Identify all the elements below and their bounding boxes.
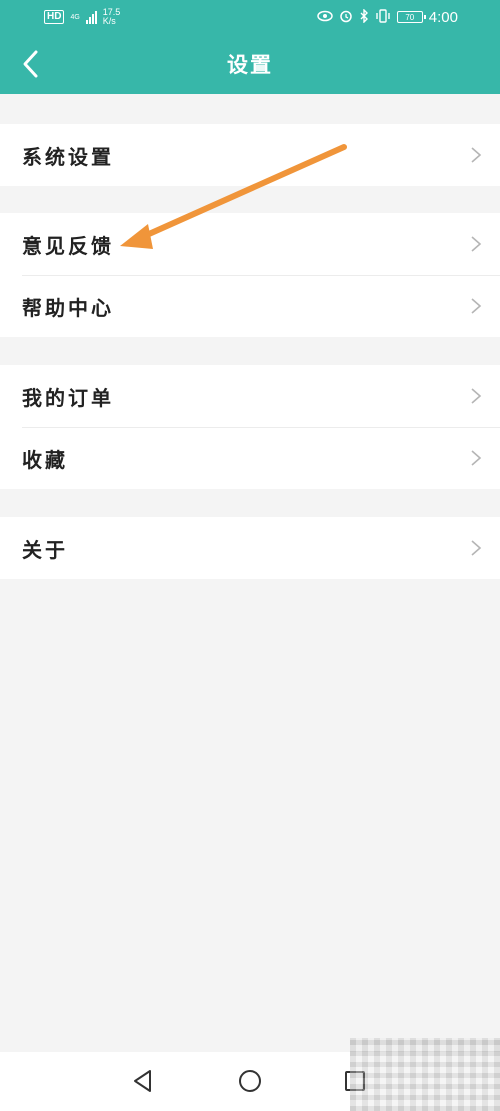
chevron-right-icon: [471, 298, 482, 314]
hd-badge: HD: [44, 10, 65, 24]
circle-home-icon[interactable]: [235, 1066, 265, 1096]
battery-icon: 70: [396, 11, 426, 23]
status-bar: HD 4G 17.5 K/s 70 4:00: [0, 0, 500, 34]
page-title: 设置: [227, 53, 273, 77]
battery-level: 70: [405, 12, 415, 22]
back-button[interactable]: [14, 48, 46, 80]
app-header: 设置: [0, 34, 500, 94]
settings-group-2: 意见反馈 帮助中心: [0, 213, 500, 337]
list-item-favorites[interactable]: 收藏: [0, 427, 500, 489]
settings-screen: HD 4G 17.5 K/s 70 4:00 设置 系统设置 意见反馈 帮助中心…: [0, 0, 500, 1111]
chevron-right-icon: [471, 540, 482, 556]
status-time: 4:00: [428, 8, 458, 26]
watermark-pixelated: [350, 1038, 500, 1111]
vibrate-icon: [375, 8, 391, 26]
alarm-icon: [339, 9, 353, 26]
eye-icon: [317, 10, 333, 25]
settings-group-4: 关于: [0, 517, 500, 579]
network-speed: 17.5 K/s: [103, 8, 121, 26]
network-type: 4G: [70, 13, 80, 21]
chevron-right-icon: [471, 147, 482, 163]
list-item-system-settings[interactable]: 系统设置: [0, 124, 500, 186]
list-item-my-orders[interactable]: 我的订单: [0, 365, 500, 427]
triangle-back-icon[interactable]: [128, 1066, 158, 1096]
speed-unit: K/s: [102, 16, 116, 26]
list-item-label: 我的订单: [22, 385, 114, 410]
list-item-feedback[interactable]: 意见反馈: [0, 213, 500, 275]
list-item-about[interactable]: 关于: [0, 517, 500, 579]
chevron-left-icon: [23, 50, 38, 78]
list-item-label: 关于: [22, 537, 68, 562]
settings-group-1: 系统设置: [0, 124, 500, 186]
chevron-right-icon: [471, 388, 482, 404]
bluetooth-icon: [359, 7, 369, 26]
status-right: 70 4:00: [317, 7, 458, 26]
chevron-right-icon: [471, 450, 482, 466]
list-item-label: 系统设置: [22, 144, 114, 169]
list-item-label: 收藏: [22, 447, 68, 472]
settings-group-3: 我的订单 收藏: [0, 365, 500, 489]
status-left: HD 4G 17.5 K/s: [44, 8, 120, 26]
list-item-label: 帮助中心: [22, 295, 114, 320]
list-item-help-center[interactable]: 帮助中心: [0, 275, 500, 337]
chevron-right-icon: [471, 236, 482, 252]
list-item-label: 意见反馈: [22, 233, 114, 258]
signal-icon: [85, 10, 97, 24]
